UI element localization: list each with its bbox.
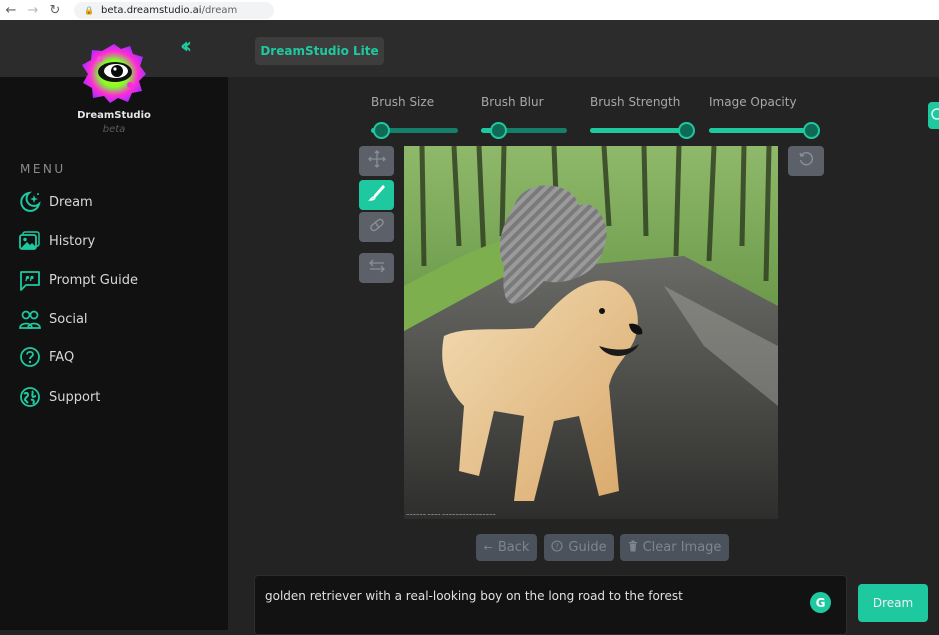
- swap-tool-button[interactable]: [359, 253, 394, 283]
- slider-label: Brush Size: [371, 95, 435, 109]
- sidebar-item-label: Dream: [49, 194, 93, 210]
- prompt-input[interactable]: [265, 589, 805, 603]
- arrow-left-icon: ←: [483, 541, 493, 554]
- back-button[interactable]: ← Back: [476, 534, 537, 561]
- svg-text:?: ?: [556, 543, 560, 551]
- slider-fill: [590, 128, 686, 133]
- sidebar-item-label: FAQ: [49, 349, 75, 365]
- sidebar-item-dream[interactable]: Dream: [19, 190, 93, 214]
- sidebar-item-label: Social: [49, 311, 88, 327]
- prompt-box: G: [254, 575, 847, 635]
- url-path: /dream: [201, 4, 238, 16]
- slider-track[interactable]: [371, 122, 458, 139]
- slider-thumb[interactable]: [803, 122, 820, 139]
- slider-track[interactable]: [590, 122, 695, 139]
- slider-label: Image Opacity: [709, 95, 797, 109]
- lock-icon: 🔒: [84, 5, 94, 15]
- eraser-tool-button[interactable]: [359, 212, 394, 242]
- collapse-sidebar-button[interactable]: ‹‹: [180, 34, 204, 59]
- moon-sparkle-icon: [19, 191, 41, 213]
- brush-icon: [367, 184, 386, 206]
- guide-label: Guide: [568, 540, 607, 555]
- slider-track[interactable]: [481, 122, 567, 139]
- rotate-ccw-icon: [798, 151, 814, 171]
- dreamstudio-logo: [80, 41, 148, 105]
- double-chevron-left-icon: ‹‹: [180, 34, 192, 59]
- browser-toolbar: ← → ↻ 🔒 beta.dreamstudio.ai/dream: [0, 0, 939, 20]
- sidebar-item-label: History: [49, 233, 96, 249]
- address-bar[interactable]: 🔒 beta.dreamstudio.ai/dream: [74, 1, 274, 19]
- clear-image-button[interactable]: Clear Image: [620, 534, 729, 561]
- sidebar-item-faq[interactable]: FAQ: [19, 345, 74, 369]
- arrow-right-icon: →: [27, 2, 39, 18]
- grammarly-icon[interactable]: G: [810, 592, 831, 613]
- browser-back-button[interactable]: ←: [0, 0, 22, 20]
- brush-blur-slider[interactable]: Brush Blur: [481, 95, 567, 139]
- brand-subtitle: beta: [102, 124, 126, 135]
- trash-icon: [628, 540, 638, 555]
- app-badge: DreamStudio Lite: [255, 37, 384, 65]
- sidebar-item-label: Prompt Guide: [49, 272, 138, 288]
- slider-label: Brush Strength: [590, 95, 681, 109]
- eraser-icon: [368, 216, 386, 238]
- sidebar-item-prompt-guide[interactable]: Prompt Guide: [19, 268, 138, 292]
- slider-thumb[interactable]: [678, 122, 695, 139]
- image-opacity-slider[interactable]: Image Opacity: [709, 95, 820, 139]
- side-panel-icon: [928, 106, 939, 125]
- slider-fill: [709, 128, 811, 133]
- slider-label: Brush Blur: [481, 95, 544, 109]
- menu-title: MENU: [20, 162, 66, 176]
- browser-forward-button[interactable]: →: [22, 0, 44, 20]
- move-tool-button[interactable]: [359, 146, 394, 176]
- swap-arrows-icon: [368, 257, 386, 279]
- clear-image-label: Clear Image: [642, 540, 722, 555]
- back-label: Back: [497, 540, 530, 555]
- sidebar-item-history[interactable]: History: [19, 229, 95, 253]
- arrow-left-icon: ←: [5, 2, 17, 18]
- brush-strength-slider[interactable]: Brush Strength: [590, 95, 695, 139]
- url-host: beta.dreamstudio.ai: [100, 4, 202, 16]
- support-globe-icon: [19, 386, 41, 408]
- sidebar-item-label: Support: [49, 389, 101, 405]
- question-circle-icon: [19, 346, 41, 368]
- sidebar-item-support[interactable]: Support: [19, 385, 100, 409]
- dream-button[interactable]: Dream: [858, 584, 928, 622]
- move-arrows-icon: [367, 150, 386, 172]
- reload-icon: ↻: [49, 2, 61, 18]
- side-panel-toggle[interactable]: [928, 102, 939, 129]
- users-icon: [19, 308, 41, 330]
- canvas-credit: ~~~~~~ ~~~~ ~~~~~~~~~~~~~~~~: [406, 512, 496, 517]
- question-circle-icon: ?: [551, 540, 563, 555]
- undo-button[interactable]: [788, 146, 824, 176]
- brand-name: DreamStudio: [77, 110, 151, 121]
- slider-track[interactable]: [709, 122, 820, 139]
- browser-reload-button[interactable]: ↻: [44, 0, 66, 20]
- image-canvas[interactable]: ~~~~~~ ~~~~ ~~~~~~~~~~~~~~~~: [404, 146, 778, 519]
- quote-bubble-icon: [19, 269, 41, 291]
- brush-tool-button[interactable]: [359, 180, 394, 210]
- brush-size-slider[interactable]: Brush Size: [371, 95, 458, 139]
- guide-button[interactable]: ? Guide: [544, 534, 614, 561]
- generated-image: ~~~~~~ ~~~~ ~~~~~~~~~~~~~~~~: [404, 146, 778, 519]
- sidebar-item-social[interactable]: Social: [19, 307, 88, 331]
- images-icon: [19, 230, 41, 252]
